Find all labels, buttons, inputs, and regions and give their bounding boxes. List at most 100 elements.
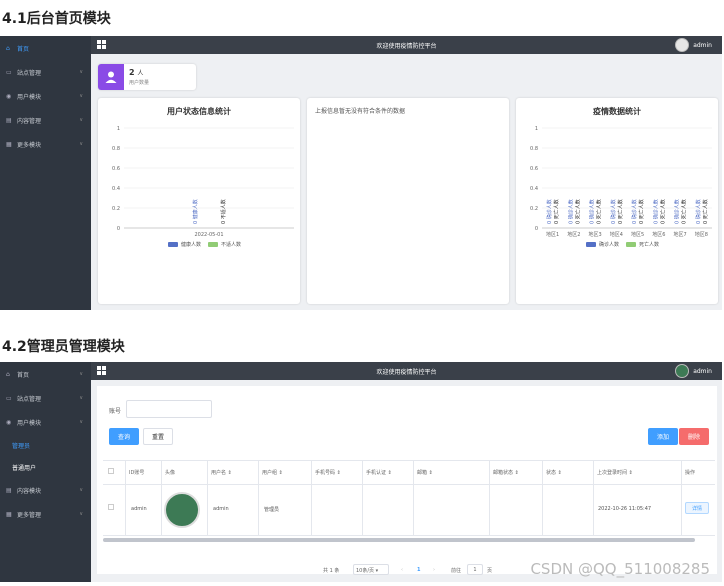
legend-label: 死亡人数	[639, 241, 659, 248]
sidebar-item-label: 内容模块	[17, 487, 42, 495]
header-title: 欢迎使用疫情防控平台	[376, 42, 437, 50]
chevron-down-icon: ∨	[79, 419, 83, 425]
x-tick-label: 地区5	[631, 231, 644, 238]
search-label: 账号	[109, 408, 122, 415]
chevron-down-icon: ∨	[79, 487, 83, 493]
menu-toggle-icon[interactable]	[97, 40, 106, 49]
x-tick-label: 地区6	[652, 231, 665, 238]
username: admin	[693, 41, 712, 49]
sidebar-item-2[interactable]: ◉ 用户模块 ∨	[0, 84, 91, 108]
user-menu[interactable]: admin	[675, 364, 712, 378]
sidebar-item-label: 更多管理	[17, 511, 42, 519]
user-menu[interactable]: admin	[675, 38, 712, 52]
column-header-6[interactable]: 邮箱 ⇕	[417, 469, 433, 476]
x-tick-label: 地区4	[610, 231, 623, 238]
current-page[interactable]: 1	[417, 567, 420, 573]
prev-page-icon[interactable]: ‹	[401, 567, 403, 573]
user-status-card: 用户状态信息统计 0 0.2 0.4 0.6 0.8 1 2022-05-01 0 健康人数 0…	[98, 98, 300, 304]
user-icon: ◉	[6, 92, 12, 100]
sidebar-item-label: 首页	[17, 371, 30, 379]
menu-toggle-icon[interactable]	[97, 366, 106, 375]
sidebar-item-label: 首页	[17, 45, 30, 53]
user-count: 2	[129, 68, 135, 77]
legend-swatch[interactable]	[586, 242, 596, 247]
chevron-down-icon: ∨	[79, 117, 83, 123]
legend-swatch[interactable]	[208, 242, 218, 247]
sidebar-item-0[interactable]: ⌂ 首页	[0, 36, 91, 60]
sidebar-item-4[interactable]: ▦ 更多模块 ∨	[0, 132, 91, 156]
y-tick-label: 0.2	[112, 206, 120, 212]
sidebar-item-label: 站点管理	[17, 69, 42, 77]
chevron-down-icon: ▾	[375, 568, 379, 574]
sidebar-item-1[interactable]: ▭ 站点管理 ∨	[0, 386, 91, 410]
legend-swatch[interactable]	[626, 242, 636, 247]
detail-button[interactable]: 详情	[685, 502, 709, 514]
bar-data-label: 0 死亡人数	[553, 199, 560, 224]
column-header-7[interactable]: 邮箱状态 ⇕	[493, 469, 519, 476]
bar-data-label: 0 确诊人数	[674, 199, 681, 224]
avatar	[675, 364, 690, 378]
column-header-8[interactable]: 状态 ⇕	[546, 469, 562, 476]
watermark: CSDN @QQ_511008285	[530, 560, 710, 578]
column-header-3[interactable]: 用户组 ⇕	[262, 469, 283, 476]
bar-data-label: 0 确诊人数	[589, 199, 596, 224]
delete-button[interactable]: 删除	[679, 428, 709, 445]
x-tick-label: 地区3	[589, 231, 602, 238]
sidebar-item-0[interactable]: ⌂ 首页 ∨	[0, 362, 91, 386]
user-icon	[98, 64, 124, 90]
sidebar-item-10[interactable]: ▤ 内容模块 ∨	[0, 478, 91, 502]
report-empty-text: 上报信息暂无没有符合条件的数据	[315, 108, 406, 115]
y-tick-label: 0.6	[112, 166, 120, 172]
sidebar-item-label: 站点管理	[17, 395, 42, 403]
user-count-unit: 人	[137, 70, 144, 77]
chevron-down-icon: ∨	[79, 141, 83, 147]
epidemic-chart: 00.20.40.60.81地区10 确诊人数 0 死亡人数地区20 确诊人数 0 …	[530, 126, 712, 248]
sidebar: ⌂ 首页 ▭ 站点管理 ∨ ◉ 用户模块 ∨ ▤ 内容管理 ∨ ▦ 更多模块 ∨	[0, 36, 91, 310]
y-tick-label: 0	[117, 226, 120, 232]
horizontal-scrollbar[interactable]	[103, 538, 695, 542]
y-tick-label: 1	[117, 126, 120, 132]
add-button[interactable]: 添加	[648, 428, 678, 445]
page-size-select[interactable]: 10条/页 ▾	[353, 564, 389, 575]
admin-screenshot: ⌂ 首页 ∨ ▭ 站点管理 ∨ ◉ 用户模块 ∨ 管理员 普通用户 ▤ 内容模块 ∨ ▦ 更多管理 ∨ 欢迎使用…	[0, 362, 722, 582]
bar-data-label: 0 确诊人数	[610, 199, 617, 224]
legend-swatch[interactable]	[168, 242, 178, 247]
bar-data-label: 0 确诊人数	[631, 199, 638, 224]
column-header-5[interactable]: 手机认证 ⇕	[366, 469, 392, 476]
sidebar-item-label: 用户模块	[17, 419, 42, 427]
sidebar-item-11[interactable]: ▦ 更多管理 ∨	[0, 502, 91, 526]
column-header-0[interactable]: ID账号	[129, 469, 144, 476]
query-button[interactable]: 查询	[109, 428, 139, 445]
sidebar-item-3[interactable]: ▤ 内容管理 ∨	[0, 108, 91, 132]
y-tick-label: 0.4	[530, 186, 538, 192]
next-page-icon[interactable]: ›	[433, 567, 435, 573]
bar-data-label: 0 死亡人数	[702, 199, 709, 224]
sidebar-item-label: 用户模块	[17, 93, 42, 101]
column-header-1[interactable]: 头像	[165, 469, 175, 476]
chevron-down-icon: ∨	[79, 395, 83, 401]
monitor-icon: ▭	[6, 68, 12, 76]
goto-label: 前往	[451, 568, 462, 574]
column-header-10[interactable]: 操作	[685, 469, 695, 476]
admin-panel: 账号 查询 重置 添加 删除 ID账号 头像 用户名 ⇕ 用户组 ⇕ 手机号码 ⇕ 手机认…	[97, 386, 717, 575]
y-tick-label: 0.8	[530, 146, 538, 152]
column-header-4[interactable]: 手机号码 ⇕	[315, 469, 341, 476]
column-header-9[interactable]: 上次登录时间 ⇕	[597, 469, 633, 476]
sidebar-sub-item-1[interactable]: 普通用户	[0, 456, 91, 478]
top-bar-admin: 欢迎使用疫情防控平台 admin	[91, 362, 722, 380]
bar-data-label: 0 健康人数	[192, 199, 199, 224]
column-header-2[interactable]: 用户名 ⇕	[211, 469, 232, 476]
sidebar-sub-item-0[interactable]: 管理员	[0, 434, 91, 456]
sidebar-item-2[interactable]: ◉ 用户模块 ∨	[0, 410, 91, 434]
sidebar-item-1[interactable]: ▭ 站点管理 ∨	[0, 60, 91, 84]
row-checkbox[interactable]	[108, 504, 114, 510]
grid-icon: ▦	[6, 510, 12, 518]
search-input[interactable]	[126, 400, 212, 418]
report-card: 上报信息暂无没有符合条件的数据	[307, 98, 509, 304]
reset-button[interactable]: 重置	[143, 428, 173, 445]
legend-label: 健康人数	[181, 241, 201, 248]
bar-data-label: 0 确诊人数	[546, 199, 553, 224]
bar-data-label: 0 确诊人数	[567, 199, 574, 224]
goto-input[interactable]: 1	[467, 564, 483, 575]
select-all-checkbox[interactable]	[108, 468, 114, 474]
